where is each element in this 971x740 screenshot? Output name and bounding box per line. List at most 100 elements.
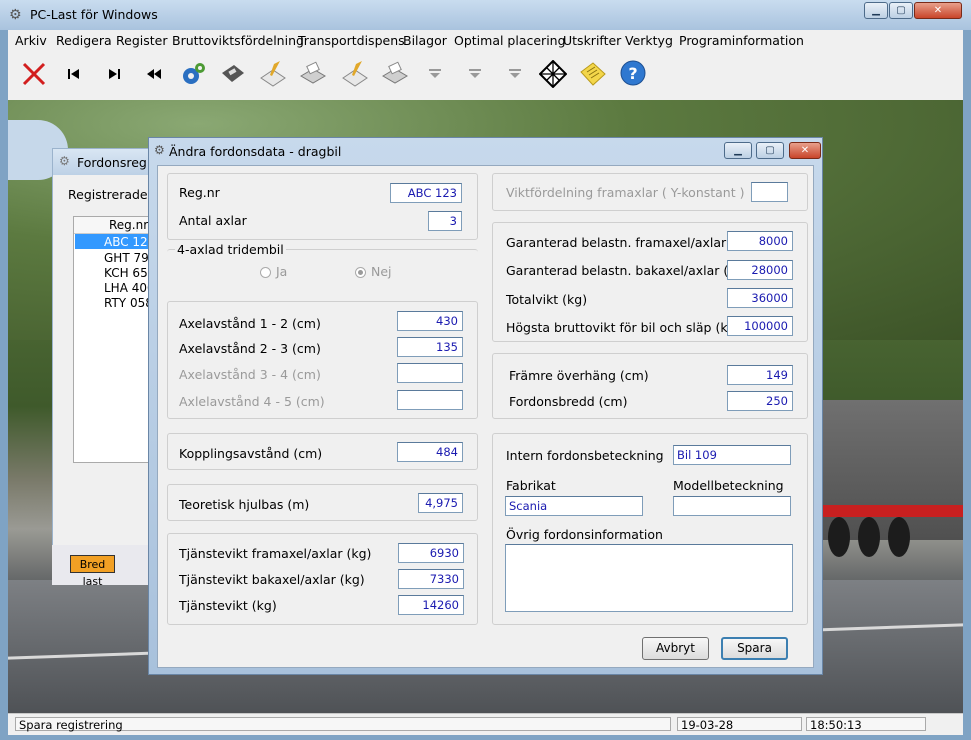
guaranteed-load-group: Garanterad belastn. framaxel/axlar (kg) … (492, 222, 808, 342)
axle-dist-2-3-field[interactable]: 135 (397, 337, 463, 357)
tridem-no-radio[interactable] (355, 267, 366, 278)
vehicle-info-group: Intern fordonsbeteckning Bil 109 Fabrika… (492, 433, 808, 625)
arrow-down-icon-2[interactable] (460, 59, 490, 89)
wheelbase-label: Teoretisk hjulbas (m) (179, 497, 310, 512)
status-text: Spara registrering (15, 717, 671, 732)
max-gross-label: Högsta bruttovikt för bil och släp (kg) (506, 320, 741, 335)
edit-print-icon-2[interactable] (340, 59, 370, 89)
edit-print-icon[interactable] (258, 59, 288, 89)
window-titlebar: ⚙ PC-Last för Windows ▁ ▢ ✕ (0, 0, 971, 30)
list-item[interactable]: RTY 058 (104, 296, 153, 310)
tridem-yes-label: Ja (276, 264, 288, 279)
delete-icon[interactable] (19, 59, 49, 89)
window-title: PC-Last för Windows (30, 7, 158, 22)
dialog-body: Reg.nr ABC 123 Antal axlar 3 4-axlad tri… (157, 165, 814, 668)
menu-bruttoviktsfordelning[interactable]: Bruttoviktsfördelning (172, 33, 304, 48)
maximize-button[interactable]: ▢ (889, 2, 913, 19)
axle-dist-3-4-label: Axelavstånd 3 - 4 (cm) (179, 367, 321, 382)
guaranteed-rear-field[interactable]: 28000 (727, 260, 793, 280)
menu-verktyg[interactable]: Verktyg (625, 33, 673, 48)
menu-bilagor[interactable]: Bilagor (403, 33, 447, 48)
cancel-button[interactable]: Avbryt (642, 637, 709, 660)
axle-dist-2-3-label: Axelavstånd 2 - 3 (cm) (179, 341, 321, 356)
make-field[interactable]: Scania (505, 496, 643, 516)
guaranteed-front-field[interactable]: 8000 (727, 231, 793, 251)
registration-group: Reg.nr ABC 123 Antal axlar 3 (167, 173, 478, 240)
grid-icon[interactable] (538, 59, 568, 89)
app-gear-icon: ⚙ (9, 7, 22, 23)
printer-icon[interactable] (298, 59, 328, 89)
close-button[interactable]: ✕ (914, 2, 962, 19)
reg-field[interactable]: ABC 123 (390, 183, 462, 203)
service-total-label: Tjänstevikt (kg) (179, 598, 277, 613)
menu-register[interactable]: Register (116, 33, 167, 48)
help-icon[interactable]: ? (618, 59, 648, 89)
service-rear-label: Tjänstevikt bakaxel/axlar (kg) (179, 572, 365, 587)
save-button[interactable]: Spara (721, 637, 788, 660)
next-record-icon[interactable] (99, 59, 129, 89)
axles-label: Antal axlar (179, 213, 247, 228)
axle-dist-3-4-field[interactable] (397, 363, 463, 383)
wheelbase-group: Teoretisk hjulbas (m) 4,975 (167, 484, 478, 521)
vehicle-width-label: Fordonsbredd (cm) (509, 394, 628, 409)
status-bar: Spara registrering 19-03-28 18:50:13 (8, 713, 963, 735)
minimize-button[interactable]: ▁ (864, 2, 888, 19)
notes-icon[interactable] (578, 59, 608, 89)
guaranteed-front-label: Garanterad belastn. framaxel/axlar (kg) (506, 235, 756, 250)
coupling-label: Kopplingsavstånd (cm) (179, 446, 323, 461)
arrow-down-icon-3[interactable] (500, 59, 530, 89)
wheelbase-field[interactable]: 4,975 (418, 493, 463, 513)
arrow-down-icon[interactable] (420, 59, 450, 89)
service-total-field[interactable]: 14260 (398, 595, 464, 615)
axle-dist-4-5-label: Axlelavstånd 4 - 5 (cm) (179, 394, 325, 409)
model-field[interactable] (673, 496, 791, 516)
menu-utskrifter[interactable]: Utskrifter (563, 33, 621, 48)
weight-dist-field[interactable] (751, 182, 788, 202)
axle-dist-4-5-field[interactable] (397, 390, 463, 410)
toolbar: ? (8, 50, 963, 100)
tridem-group: 4-axlad tridembil Ja Nej (167, 242, 478, 291)
guaranteed-rear-label: Garanterad belastn. bakaxel/axlar (kg) (506, 263, 749, 278)
settings-gears-icon[interactable] (178, 59, 208, 89)
max-gross-field[interactable]: 100000 (727, 316, 793, 336)
menu-programinformation[interactable]: Programinformation (679, 33, 804, 48)
registered-label: Registrerade o (68, 187, 160, 202)
weight-dist-group: Viktfördelning framaxlar ( Y-konstant ) (492, 173, 808, 211)
dialog-close-button[interactable]: ✕ (789, 142, 821, 159)
front-overhang-field[interactable]: 149 (727, 365, 793, 385)
dialog-gear-icon: ⚙ (59, 154, 70, 168)
first-record-icon[interactable] (59, 59, 89, 89)
vehicle-width-field[interactable]: 250 (727, 391, 793, 411)
edit-vehicle-dialog: ⚙ Ändra fordonsdata - dragbil ▁ ▢ ✕ Reg.… (148, 137, 823, 675)
tridem-yes-radio[interactable] (260, 267, 271, 278)
save-disk-icon[interactable] (218, 59, 248, 89)
axle-dist-1-2-field[interactable]: 430 (397, 311, 463, 331)
rewind-icon[interactable] (139, 59, 169, 89)
menu-redigera[interactable]: Redigera (56, 33, 112, 48)
coupling-group: Kopplingsavstånd (cm) 484 (167, 433, 478, 470)
other-info-label: Övrig fordonsinformation (506, 527, 663, 542)
internal-id-field[interactable]: Bil 109 (673, 445, 791, 465)
menu-optimal-placering[interactable]: Optimal placering (454, 33, 566, 48)
svg-text:?: ? (628, 64, 637, 83)
axle-dist-1-2-label: Axelavstånd 1 - 2 (cm) (179, 316, 321, 331)
dialog-minimize-button[interactable]: ▁ (724, 142, 752, 159)
wide-load-sign: Bred last (70, 555, 115, 588)
total-weight-field[interactable]: 36000 (727, 288, 793, 308)
internal-id-label: Intern fordonsbeteckning (506, 448, 664, 463)
status-time: 18:50:13 (806, 717, 926, 732)
menu-arkiv[interactable]: Arkiv (15, 33, 47, 48)
service-rear-field[interactable]: 7330 (398, 569, 464, 589)
make-label: Fabrikat (506, 478, 556, 493)
service-front-label: Tjänstevikt framaxel/axlar (kg) (179, 546, 372, 561)
axles-field[interactable]: 3 (428, 211, 462, 231)
service-front-field[interactable]: 6930 (398, 543, 464, 563)
tridem-legend: 4-axlad tridembil (175, 242, 286, 257)
other-info-textarea[interactable] (505, 544, 793, 612)
dimensions-group: Främre överhäng (cm) 149 Fordonsbredd (c… (492, 353, 808, 419)
printer-icon-2[interactable] (380, 59, 410, 89)
dialog-maximize-button[interactable]: ▢ (756, 142, 784, 159)
status-date: 19-03-28 (677, 717, 802, 732)
coupling-field[interactable]: 484 (397, 442, 463, 462)
menu-transportdispens[interactable]: Transportdispens (298, 33, 405, 48)
